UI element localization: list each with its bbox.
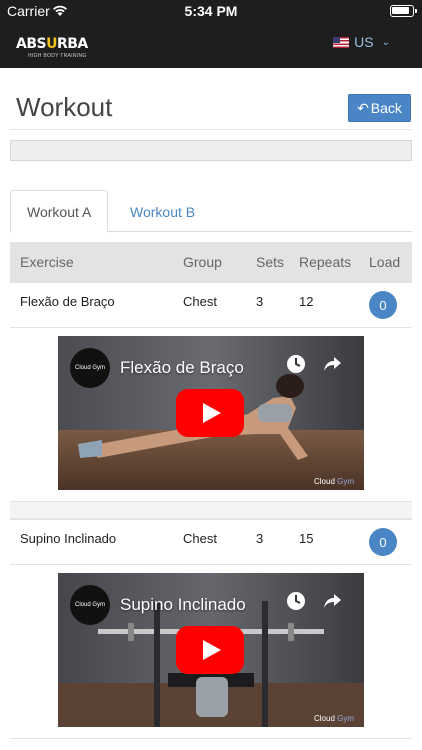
watermark-brand-a: Cloud: [313, 714, 338, 723]
share-icon[interactable]: [322, 354, 342, 374]
video-title[interactable]: Flexão de Braço: [120, 358, 244, 378]
clock-icon[interactable]: [286, 354, 306, 374]
video-row: Cloud Gym Supino Inclinado Cloud Gym: [10, 565, 412, 739]
table-row[interactable]: Flexão de Braço Chest 3 12 0: [10, 282, 412, 328]
play-button[interactable]: [176, 626, 244, 674]
back-button-label: Back: [370, 100, 402, 116]
watermark-brand-b: Gym: [337, 714, 354, 723]
table-row[interactable]: Supino Inclinado Chest 3 15 0: [10, 519, 412, 565]
locale-label: US: [354, 34, 374, 50]
column-header-exercise: Exercise: [20, 254, 74, 270]
column-header-group: Group: [183, 254, 222, 270]
load-badge[interactable]: 0: [369, 291, 397, 319]
video-watermark: Cloud Gym: [314, 714, 354, 723]
exercise-name: Flexão de Braço: [20, 294, 115, 309]
workout-tabs: Workout A Workout B: [10, 190, 412, 233]
channel-avatar[interactable]: Cloud Gym: [70, 585, 110, 625]
divider: [10, 129, 412, 130]
locale-selector[interactable]: US ⌄: [333, 34, 390, 50]
column-header-load: Load: [369, 254, 401, 270]
progress-bar: [10, 140, 412, 161]
table-header: Exercise Group Sets Repeats Load: [10, 242, 412, 282]
video-row: Cloud Gym Flexão de Braço Cloud Gym: [10, 328, 412, 502]
watermark-brand-b: Gym: [337, 477, 354, 486]
exercise-name: Supino Inclinado: [20, 531, 117, 546]
video-watermark: Cloud Gym: [314, 477, 354, 486]
column-header-repeats: Repeats: [299, 254, 352, 270]
video-title[interactable]: Supino Inclinado: [120, 595, 246, 615]
load-badge[interactable]: 0: [369, 528, 397, 556]
logo-text-c: RBA: [56, 36, 88, 52]
column-header-sets: Sets: [256, 254, 285, 270]
clock-icon[interactable]: [286, 591, 306, 611]
status-time: 5:34 PM: [184, 3, 238, 19]
page-title: Workout: [16, 92, 113, 122]
app-logo[interactable]: ABSURBA HIGH BODY TRAINING: [16, 36, 88, 60]
watermark-brand-a: Cloud: [313, 477, 338, 486]
back-button[interactable]: ↶ Back: [348, 94, 411, 122]
video-player[interactable]: Cloud Gym Supino Inclinado Cloud Gym: [58, 573, 364, 727]
play-button[interactable]: [176, 389, 244, 437]
share-icon[interactable]: [322, 591, 342, 611]
reply-arrow-icon: ↶: [357, 99, 369, 116]
battery-icon: [390, 5, 417, 17]
video-player[interactable]: Cloud Gym Flexão de Braço Cloud Gym: [58, 336, 364, 490]
row-spacer: [10, 502, 412, 519]
logo-text-a: ABS: [16, 36, 47, 52]
logo-tagline: HIGH BODY TRAINING: [28, 53, 87, 59]
exercise-group: Chest: [183, 294, 217, 309]
tab-workout-a[interactable]: Workout A: [10, 190, 109, 233]
exercise-repeats: 15: [299, 531, 314, 546]
status-bar: Carrier 5:34 PM: [0, 0, 422, 22]
chevron-down-icon: ⌄: [381, 36, 390, 48]
app-header: ABSURBA HIGH BODY TRAINING US ⌄: [0, 22, 422, 68]
tab-workout-b[interactable]: Workout B: [114, 190, 211, 233]
us-flag-icon: [333, 36, 350, 48]
exercise-repeats: 12: [299, 294, 314, 309]
exercise-table: Exercise Group Sets Repeats Load Flexão …: [10, 242, 412, 739]
logo-text-b: U: [46, 36, 57, 52]
exercise-sets: 3: [256, 294, 264, 309]
channel-avatar[interactable]: Cloud Gym: [70, 348, 110, 388]
exercise-group: Chest: [183, 531, 217, 546]
exercise-sets: 3: [256, 531, 264, 546]
